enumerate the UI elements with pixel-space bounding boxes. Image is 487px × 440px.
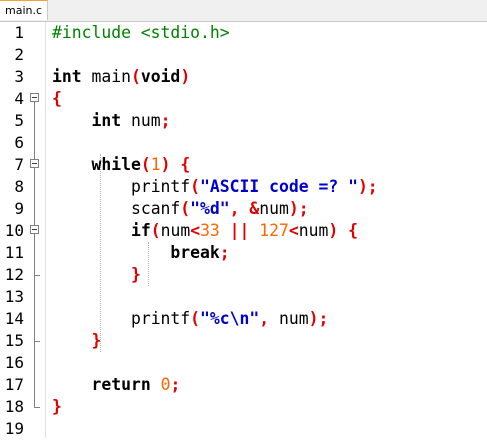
identifier: printf (130, 309, 191, 328)
code-line-3: int main(void) (52, 66, 190, 88)
identifier: main (81, 67, 131, 86)
code-line-18: } (52, 396, 62, 418)
line-number: 3 (14, 67, 24, 86)
operator: || (219, 221, 260, 240)
operator: , (259, 309, 270, 328)
brace: } (130, 265, 141, 284)
code-line-12: } (52, 264, 141, 286)
line-number: 14 (4, 309, 24, 328)
operator: ( (150, 221, 161, 240)
operator: ) (180, 67, 191, 86)
operator: ( (130, 67, 141, 86)
number: 1 (150, 155, 161, 174)
keyword: while (91, 155, 141, 174)
line-number: 5 (14, 111, 24, 130)
identifier: num (269, 309, 309, 328)
line-number: 17 (4, 375, 24, 394)
fold-toggle-if[interactable] (30, 225, 39, 234)
keyword: int (52, 67, 82, 86)
operator: ) (328, 221, 339, 240)
code-line-4: { (52, 88, 62, 110)
string-literal: "%c\n" (200, 309, 260, 328)
string-literal: "ASCII code =? " (200, 177, 358, 196)
operator: ); (357, 177, 378, 196)
line-number: 6 (14, 133, 24, 152)
identifier: num (259, 199, 289, 218)
code-line-5: int num; (52, 110, 170, 132)
line-number: 11 (4, 243, 24, 262)
line-number: 2 (14, 45, 24, 64)
operator: ); (288, 199, 309, 218)
brace: } (91, 331, 102, 350)
gutter-separator (45, 22, 46, 438)
fold-toggle-main[interactable] (30, 93, 39, 102)
code-line-11: break; (52, 242, 230, 264)
code-line-10: if(num<33 || 127<num) { (52, 220, 358, 242)
line-number: 7 (14, 155, 24, 174)
line-number-gutter: 1 2 3 4 5 6 7 8 9 10 11 12 13 14 15 16 1… (0, 22, 48, 438)
operator: , & (229, 199, 260, 218)
keyword: int (91, 111, 122, 130)
operator: ); (308, 309, 329, 328)
line-number: 19 (4, 419, 24, 438)
identifier: scanf (130, 199, 181, 218)
operator: ( (190, 177, 201, 196)
fold-end (34, 275, 40, 276)
line-number: 4 (14, 89, 24, 108)
operator: ; (160, 111, 171, 130)
code-line-1: #include <stdio.h> (52, 22, 230, 44)
line-number: 12 (4, 265, 24, 284)
operator: ( (140, 155, 151, 174)
operator: ; (170, 375, 181, 394)
line-number: 8 (14, 177, 24, 196)
tab-main-c[interactable]: main.c (0, 0, 49, 20)
brace: } (52, 397, 62, 416)
operator: ; (219, 243, 230, 262)
line-number: 15 (4, 331, 24, 350)
brace: { (170, 155, 191, 174)
code-line-8: printf("ASCII code =? "); (52, 176, 378, 198)
fold-end (34, 407, 40, 408)
identifier: num (298, 221, 329, 240)
line-number: 18 (4, 397, 24, 416)
line-number: 1 (14, 23, 24, 42)
line-number: 9 (14, 199, 24, 218)
number: 33 (200, 221, 220, 240)
line-number: 10 (4, 221, 24, 240)
fold-toggle-while[interactable] (30, 159, 39, 168)
code-line-9: scanf("%d", &num); (52, 198, 309, 220)
fold-end (34, 341, 40, 342)
preprocessor-directive: #include <stdio.h> (52, 23, 230, 42)
brace: { (52, 89, 62, 108)
operator: ( (180, 199, 191, 218)
keyword: void (140, 67, 181, 86)
code-line-15: } (52, 330, 101, 352)
tab-bar: main.c (0, 0, 487, 22)
identifier: num (160, 221, 191, 240)
number: 0 (150, 375, 171, 394)
line-number: 16 (4, 353, 24, 372)
identifier: num (121, 111, 161, 130)
operator: ( (190, 309, 201, 328)
operator: < (190, 221, 201, 240)
code-line-14: printf("%c\n", num); (52, 308, 328, 330)
operator: < (288, 221, 299, 240)
line-number: 13 (4, 287, 24, 306)
fold-line (34, 102, 35, 407)
string-literal: "%d" (190, 199, 230, 218)
keyword: return (91, 375, 151, 394)
keyword: break (170, 243, 220, 262)
brace: { (338, 221, 359, 240)
keyword: if (130, 221, 151, 240)
code-line-7: while(1) { (52, 154, 190, 176)
number: 127 (259, 221, 289, 240)
identifier: printf (130, 177, 191, 196)
operator: ) (160, 155, 171, 174)
code-line-17: return 0; (52, 374, 180, 396)
